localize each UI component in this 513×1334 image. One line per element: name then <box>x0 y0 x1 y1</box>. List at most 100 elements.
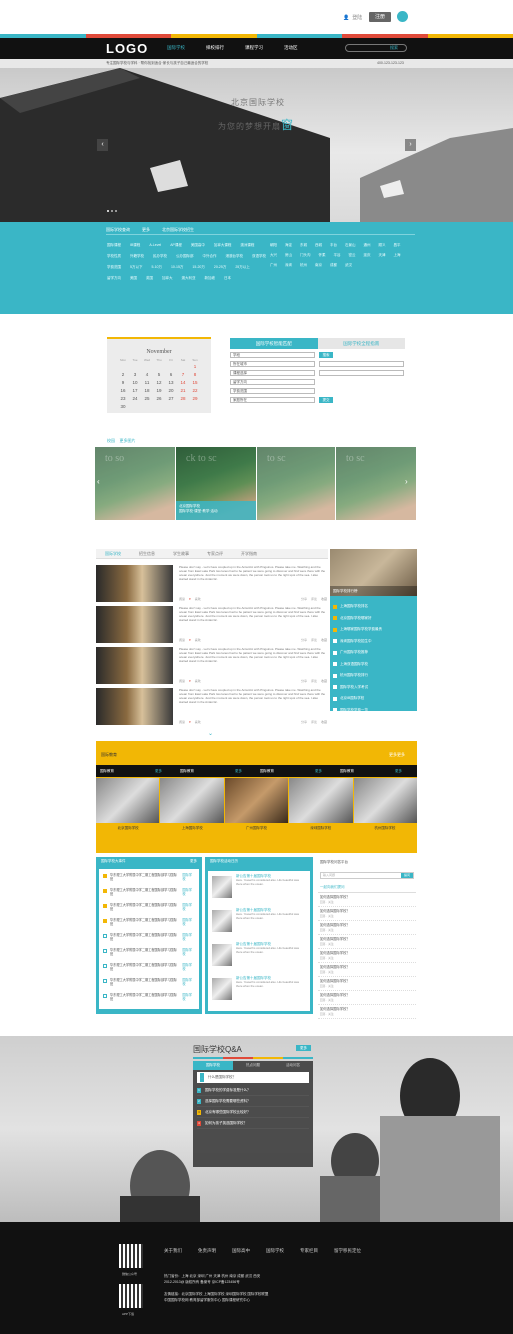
qa-item[interactable]: 4 如何为孩子挑选国际学校？ <box>197 1118 309 1129</box>
ranking-item[interactable]: 国际学校学费一览 <box>333 705 382 717</box>
qa-item[interactable]: 2 选择国际学校需要哪些资料？ <box>197 1096 309 1107</box>
field-home[interactable]: 家庭所在 <box>230 397 315 403</box>
gallery-image[interactable]: to sc <box>257 447 335 520</box>
question-item[interactable]: 如何选择国际学校？ 回答 · 关注 <box>318 977 416 991</box>
field-city[interactable]: 所在城市 <box>230 361 315 367</box>
field-extra[interactable] <box>319 361 404 367</box>
footer-link[interactable]: 国际高中 <box>232 1248 250 1254</box>
school-image[interactable] <box>96 778 160 823</box>
field-fee[interactable]: 学费范围 <box>230 388 315 394</box>
question-item[interactable]: 如何选择国际学校？ 回答 · 关注 <box>318 963 416 977</box>
chevron-down-icon[interactable]: ⌄ <box>208 730 213 737</box>
activity-item[interactable]: 新公告第十届国际学校 Here. Youself is considered al… <box>212 907 306 937</box>
ask-button[interactable]: 提问 <box>401 873 413 878</box>
event-item[interactable]: 华东理工大学附属中学二期工程国际部学习国际班 国际学校 <box>103 963 195 971</box>
nav-item[interactable]: 择校排行 <box>206 45 224 51</box>
qa-item[interactable]: 3 北京有哪些国际学校比较好？ <box>197 1107 309 1118</box>
more-link[interactable]: 更多更多 <box>389 752 405 758</box>
qa-item[interactable]: 1 国际学校的学费标准是什么？ <box>197 1085 309 1096</box>
ranking-item[interactable]: 杭州国际学校排行 <box>333 670 382 682</box>
school-image[interactable] <box>224 778 289 823</box>
school-image[interactable] <box>289 778 353 823</box>
question-item[interactable]: 如何选择国际学校？ 回答 · 关注 <box>318 949 416 963</box>
event-item[interactable]: 华东理工大学附属中学二期工程国际部学习国际班 国际学校 <box>103 888 195 896</box>
gallery-image[interactable]: ck to sc 北京国际学校 国际学校·课堂·教学·活动 <box>176 447 256 520</box>
register-button[interactable]: 注册 <box>369 12 391 22</box>
ranking-item[interactable]: 北京IB国际学校 <box>333 693 382 705</box>
footer-link[interactable]: 关于我们 <box>164 1248 182 1254</box>
tab-guide[interactable]: 国际学校全程指南 <box>317 338 405 349</box>
gallery-image[interactable]: to so <box>95 447 175 520</box>
hero-dots[interactable] <box>107 210 117 212</box>
question-item[interactable]: 如何选择国际学校？ 回答 · 关注 <box>318 921 416 935</box>
login-link[interactable]: 👤 登陆 <box>343 14 362 22</box>
weibo-icon[interactable] <box>397 11 408 22</box>
event-item[interactable]: 华东理工大学附属中学二期工程国际部学习国际班 国际学校 <box>103 933 195 941</box>
ranking-item[interactable]: 上海双语国际学校 <box>333 659 382 671</box>
ranking-item[interactable]: 国际学校入学考试 <box>333 682 382 694</box>
field-stage[interactable]: 学段 <box>230 352 315 358</box>
news-item[interactable]: Please don't say - Let's have coupled up… <box>96 563 328 603</box>
event-item[interactable]: 华东理工大学附属中学二期工程国际部学习国际班 国际学校 <box>103 903 195 911</box>
section-tab[interactable]: 国际教育 更多 <box>256 769 336 774</box>
footer-link[interactable]: 国际学校 <box>266 1248 284 1254</box>
section-tab[interactable]: 国际教育 更多 <box>176 769 256 774</box>
search-button[interactable]: 搜索 <box>319 352 333 358</box>
news-item[interactable]: Please don't say - Let's have coupled up… <box>96 604 328 644</box>
event-item[interactable]: 华东理工大学附属中学二期工程国际部学习国际班 国际学校 <box>103 978 195 986</box>
ranking-item[interactable]: 广州国际学校推荐 <box>333 647 382 659</box>
footer-link[interactable]: 留学移民定位 <box>334 1248 361 1254</box>
gallery-image[interactable]: to sc <box>336 447 416 520</box>
question-item[interactable]: 如何选择国际学校？ 回答 · 关注 <box>318 991 416 1005</box>
event-item[interactable]: 华东理工大学附属中学二期工程国际部学习国际班 国际学校 <box>103 873 195 881</box>
field-extra[interactable] <box>319 370 404 376</box>
news-tab[interactable]: 专家点评 <box>198 549 232 558</box>
news-tab[interactable]: 开学指南 <box>232 549 266 558</box>
news-tab[interactable]: 招生信息 <box>130 549 164 558</box>
activity-item[interactable]: 新公告第十届国际学校 Here. Youself is considered al… <box>212 975 306 1005</box>
qa-tab[interactable]: 活动问答 <box>273 1061 313 1070</box>
question-item[interactable]: 如何选择国际学校？ 回答 · 关注 <box>318 935 416 949</box>
tab-smart-match[interactable]: 国际学校智能匹配 <box>230 338 318 349</box>
field-course[interactable]: 课程选择 <box>230 370 315 376</box>
gallery-prev-icon[interactable]: ‹ <box>97 477 100 486</box>
question-item[interactable]: 如何选择国际学校？ 回答 · 关注 <box>318 907 416 921</box>
event-item[interactable]: 华东理工大学附属中学二期工程国际部学习国际班 国际学校 <box>103 918 195 926</box>
question-item[interactable]: 如何选择国际学校？ 回答 · 关注 <box>318 893 416 907</box>
ranking-item[interactable]: 上海国际学校排名 <box>333 601 382 613</box>
submit-button[interactable]: 提交 <box>319 397 333 403</box>
event-item[interactable]: 华东理工大学附属中学二期工程国际部学习国际班 国际学校 <box>103 948 195 956</box>
event-item[interactable]: 华东理工大学附属中学二期工程国际部学习国际班 国际学校 <box>103 993 195 1001</box>
ranking-item[interactable]: 北京国际学校哪家好 <box>333 613 382 625</box>
footer-link[interactable]: 专家栏目 <box>300 1248 318 1254</box>
qa-tab[interactable]: 国际学校 <box>193 1061 233 1070</box>
hero-prev-button[interactable]: ‹ <box>97 139 108 151</box>
activity-item[interactable]: 新公告第十届国际学校 Here. Youself is considered al… <box>212 873 306 903</box>
qa-more-button[interactable]: 更多 <box>296 1045 311 1051</box>
section-tab[interactable]: 国际教育 更多 <box>96 769 176 774</box>
qa-tab[interactable]: 热点问题 <box>233 1061 273 1070</box>
news-tab[interactable]: 国际学校 <box>96 549 130 558</box>
section-tab[interactable]: 国际教育 更多 <box>336 769 416 774</box>
news-tab[interactable]: 学生故事 <box>164 549 198 558</box>
qa-input[interactable]: · 什么是国际学校？ <box>197 1072 309 1083</box>
question-input[interactable]: 输入问题 提问 <box>320 872 414 879</box>
news-item[interactable]: Please don't say - Let's have coupled up… <box>96 686 328 726</box>
gallery-next-icon[interactable]: › <box>405 477 408 486</box>
ranking-item[interactable]: 上海哪家国际学校学费最贵 <box>333 624 382 636</box>
footer-link[interactable]: 免责声明 <box>198 1248 216 1254</box>
school-image[interactable] <box>160 778 224 823</box>
more-link[interactable]: 更多 <box>190 857 197 866</box>
activity-item[interactable]: 新公告第十届国际学校 Here. Youself is considered al… <box>212 941 306 971</box>
field-direction[interactable]: 留学方向 <box>230 379 315 385</box>
nav-item[interactable]: 国际学校 <box>167 45 185 51</box>
calendar-grid[interactable]: Mon Tue Wed Thu Fri Sat Sun 1 2345678 9 10 11 12 1… <box>117 358 201 410</box>
logo[interactable]: LOGO <box>106 41 148 56</box>
question-item[interactable]: 如何选择国际学校？ 回答 · 关注 <box>318 1005 416 1019</box>
nav-item[interactable]: 活动区 <box>284 45 298 51</box>
news-item[interactable]: Please don't say - Let's have coupled up… <box>96 645 328 685</box>
ranking-item[interactable]: 深圳国际学校招生中 <box>333 636 382 648</box>
hero-next-button[interactable]: › <box>405 139 416 151</box>
school-image[interactable] <box>353 778 418 823</box>
nav-item[interactable]: 课程学习 <box>245 45 263 51</box>
